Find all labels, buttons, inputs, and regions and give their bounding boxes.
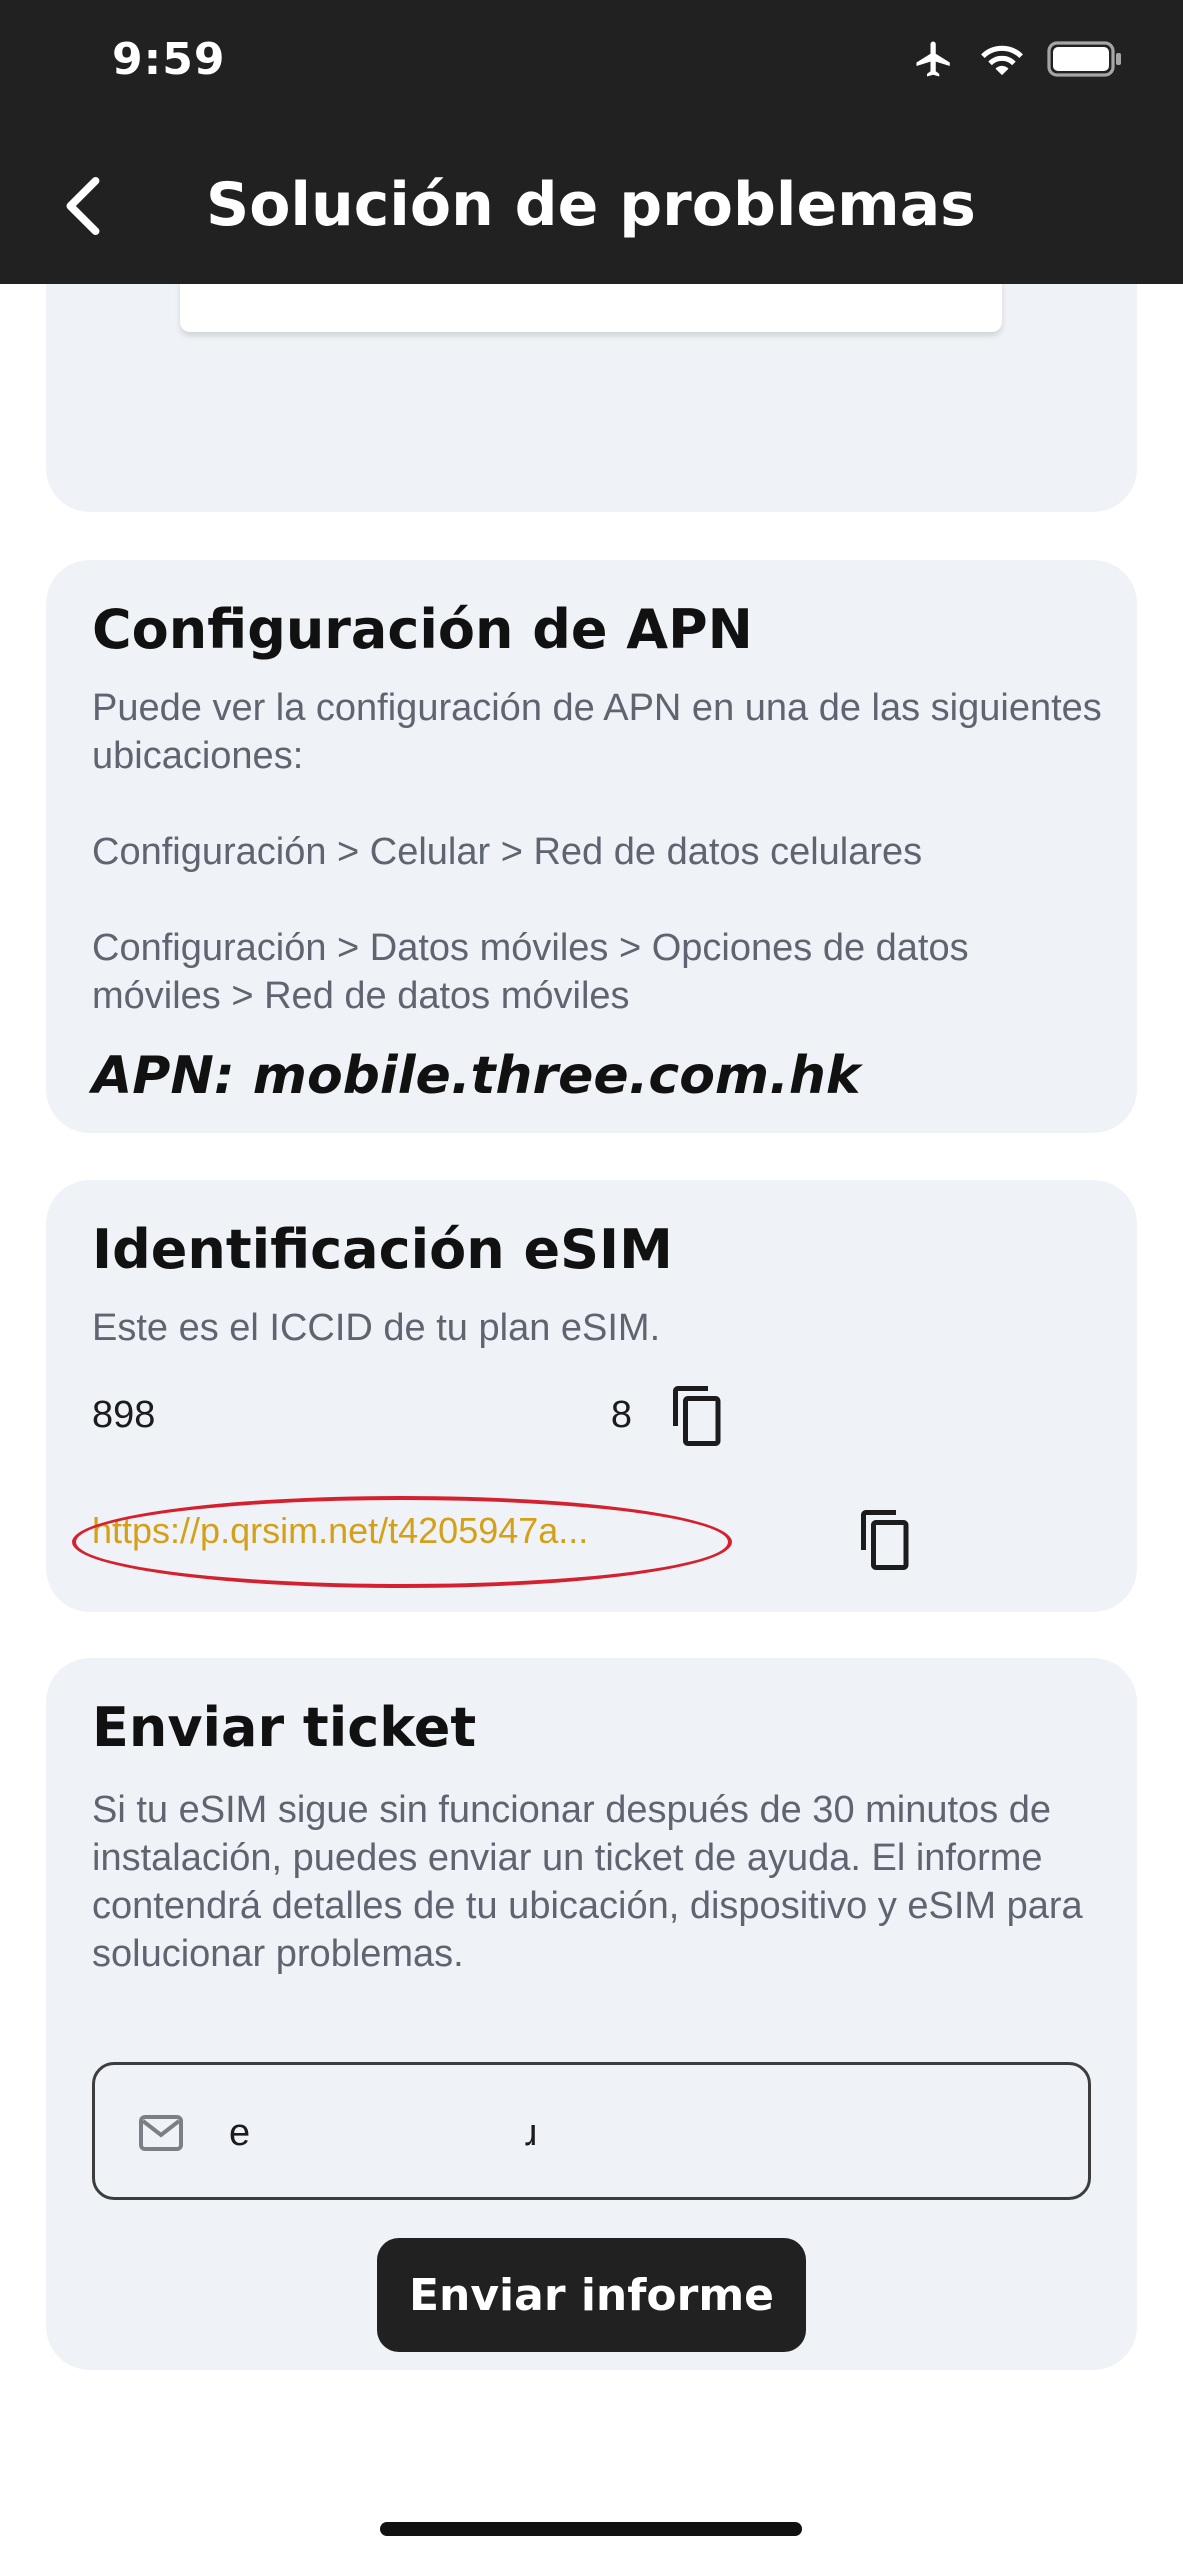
ticket-description: Si tu eSIM sigue sin funcionar después d… (92, 1789, 1083, 1975)
status-time: 9:59 (112, 34, 226, 85)
status-icons (911, 38, 1123, 85)
apn-path-1: Configuración > Celular > Red de datos c… (92, 831, 923, 873)
iccid-value: 898 8 (92, 1390, 632, 1440)
ticket-section-card: Enviar ticket Si tu eSIM sigue sin funci… (46, 1658, 1137, 2370)
link-highlight-annotation (72, 1496, 732, 1588)
app-header: 9:59 Solución de problemas (0, 0, 1183, 284)
chevron-left-icon (66, 176, 100, 236)
battery-icon (1047, 41, 1123, 82)
apn-section-card: Configuración de APN Puede ver la config… (46, 560, 1137, 1133)
email-field[interactable] (92, 2062, 1091, 2200)
copy-iccid-button[interactable] (664, 1380, 732, 1452)
home-indicator (380, 2522, 802, 2536)
send-report-button[interactable]: Enviar informe (377, 2238, 806, 2352)
previous-section-box (180, 280, 1002, 332)
esim-section-card: Identificación eSIM Este es el ICCID de … (46, 1180, 1137, 1612)
mail-icon (137, 2113, 185, 2158)
ticket-section-title: Enviar ticket (92, 1696, 477, 1759)
copy-icon (861, 1510, 909, 1570)
screen: 9:59 Solución de problemas Configuración… (0, 0, 1183, 2560)
esim-section-title: Identificación eSIM (92, 1218, 673, 1281)
apn-section-intro: Puede ver la configuración de APN en una… (92, 687, 1102, 777)
apn-section-title: Configuración de APN (92, 598, 753, 661)
email-input[interactable] (229, 2103, 1009, 2163)
esim-description: Este es el ICCID de tu plan eSIM. (92, 1307, 661, 1349)
iccid-end: 8 (610, 1393, 632, 1436)
wifi-icon (979, 40, 1025, 83)
copy-icon (673, 1386, 721, 1446)
iccid-start: 898 (92, 1393, 156, 1436)
page-title: Solución de problemas (206, 170, 976, 240)
back-button[interactable] (52, 168, 112, 244)
apn-path-2: Configuración > Datos móviles > Opciones… (92, 927, 969, 1017)
apn-value: APN: mobile.three.com.hk (92, 1046, 861, 1106)
copy-link-button[interactable] (852, 1504, 920, 1576)
airplane-icon (911, 38, 957, 85)
